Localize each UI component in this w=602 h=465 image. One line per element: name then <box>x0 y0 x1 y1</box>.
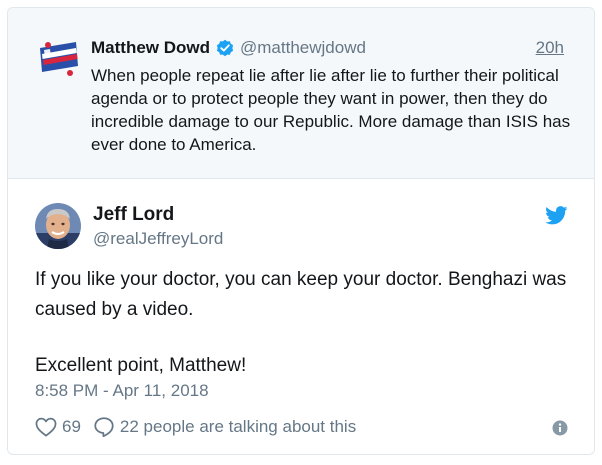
author-name[interactable]: Jeff Lord <box>93 204 174 226</box>
conversation-label: 22 people are talking about this <box>119 417 357 436</box>
twitter-bird-icon[interactable] <box>545 206 568 225</box>
like-count: 69 <box>62 417 81 436</box>
quoted-author-handle[interactable]: @matthewjdowd <box>240 38 366 58</box>
heart-icon <box>35 417 57 437</box>
embedded-tweet-card: Matthew Dowd @matthewjdowd 20h When peop… <box>7 7 595 455</box>
flag-banner-avatar-icon[interactable] <box>36 36 81 81</box>
quoted-tweet[interactable]: Matthew Dowd @matthewjdowd 20h When peop… <box>8 8 594 179</box>
tweet-body: If you like your doctor, you can keep yo… <box>35 265 575 381</box>
quoted-tweet-header: Matthew Dowd @matthewjdowd <box>91 38 366 58</box>
like-button[interactable]: 69 <box>35 417 81 437</box>
speech-bubble-icon <box>94 417 114 438</box>
author-handle[interactable]: @realJeffreyLord <box>93 229 223 249</box>
tweet-actions: 69 22 people are talking about this <box>35 416 356 438</box>
quoted-tweet-text: When people repeat lie after lie after l… <box>91 66 571 154</box>
verified-badge-icon <box>216 39 234 57</box>
tweet-timestamp[interactable]: 8:58 PM - Apr 11, 2018 <box>35 381 209 401</box>
conversation-button[interactable]: 22 people are talking about this <box>93 416 356 438</box>
quoted-author-name[interactable]: Matthew Dowd <box>91 38 210 58</box>
tweet-paragraph: Excellent point, Matthew! <box>35 355 247 376</box>
author-avatar[interactable] <box>35 203 81 249</box>
info-icon[interactable] <box>552 420 568 436</box>
quoted-tweet-time[interactable]: 20h <box>536 38 564 58</box>
tweet-paragraph: If you like your doctor, you can keep yo… <box>35 269 567 320</box>
